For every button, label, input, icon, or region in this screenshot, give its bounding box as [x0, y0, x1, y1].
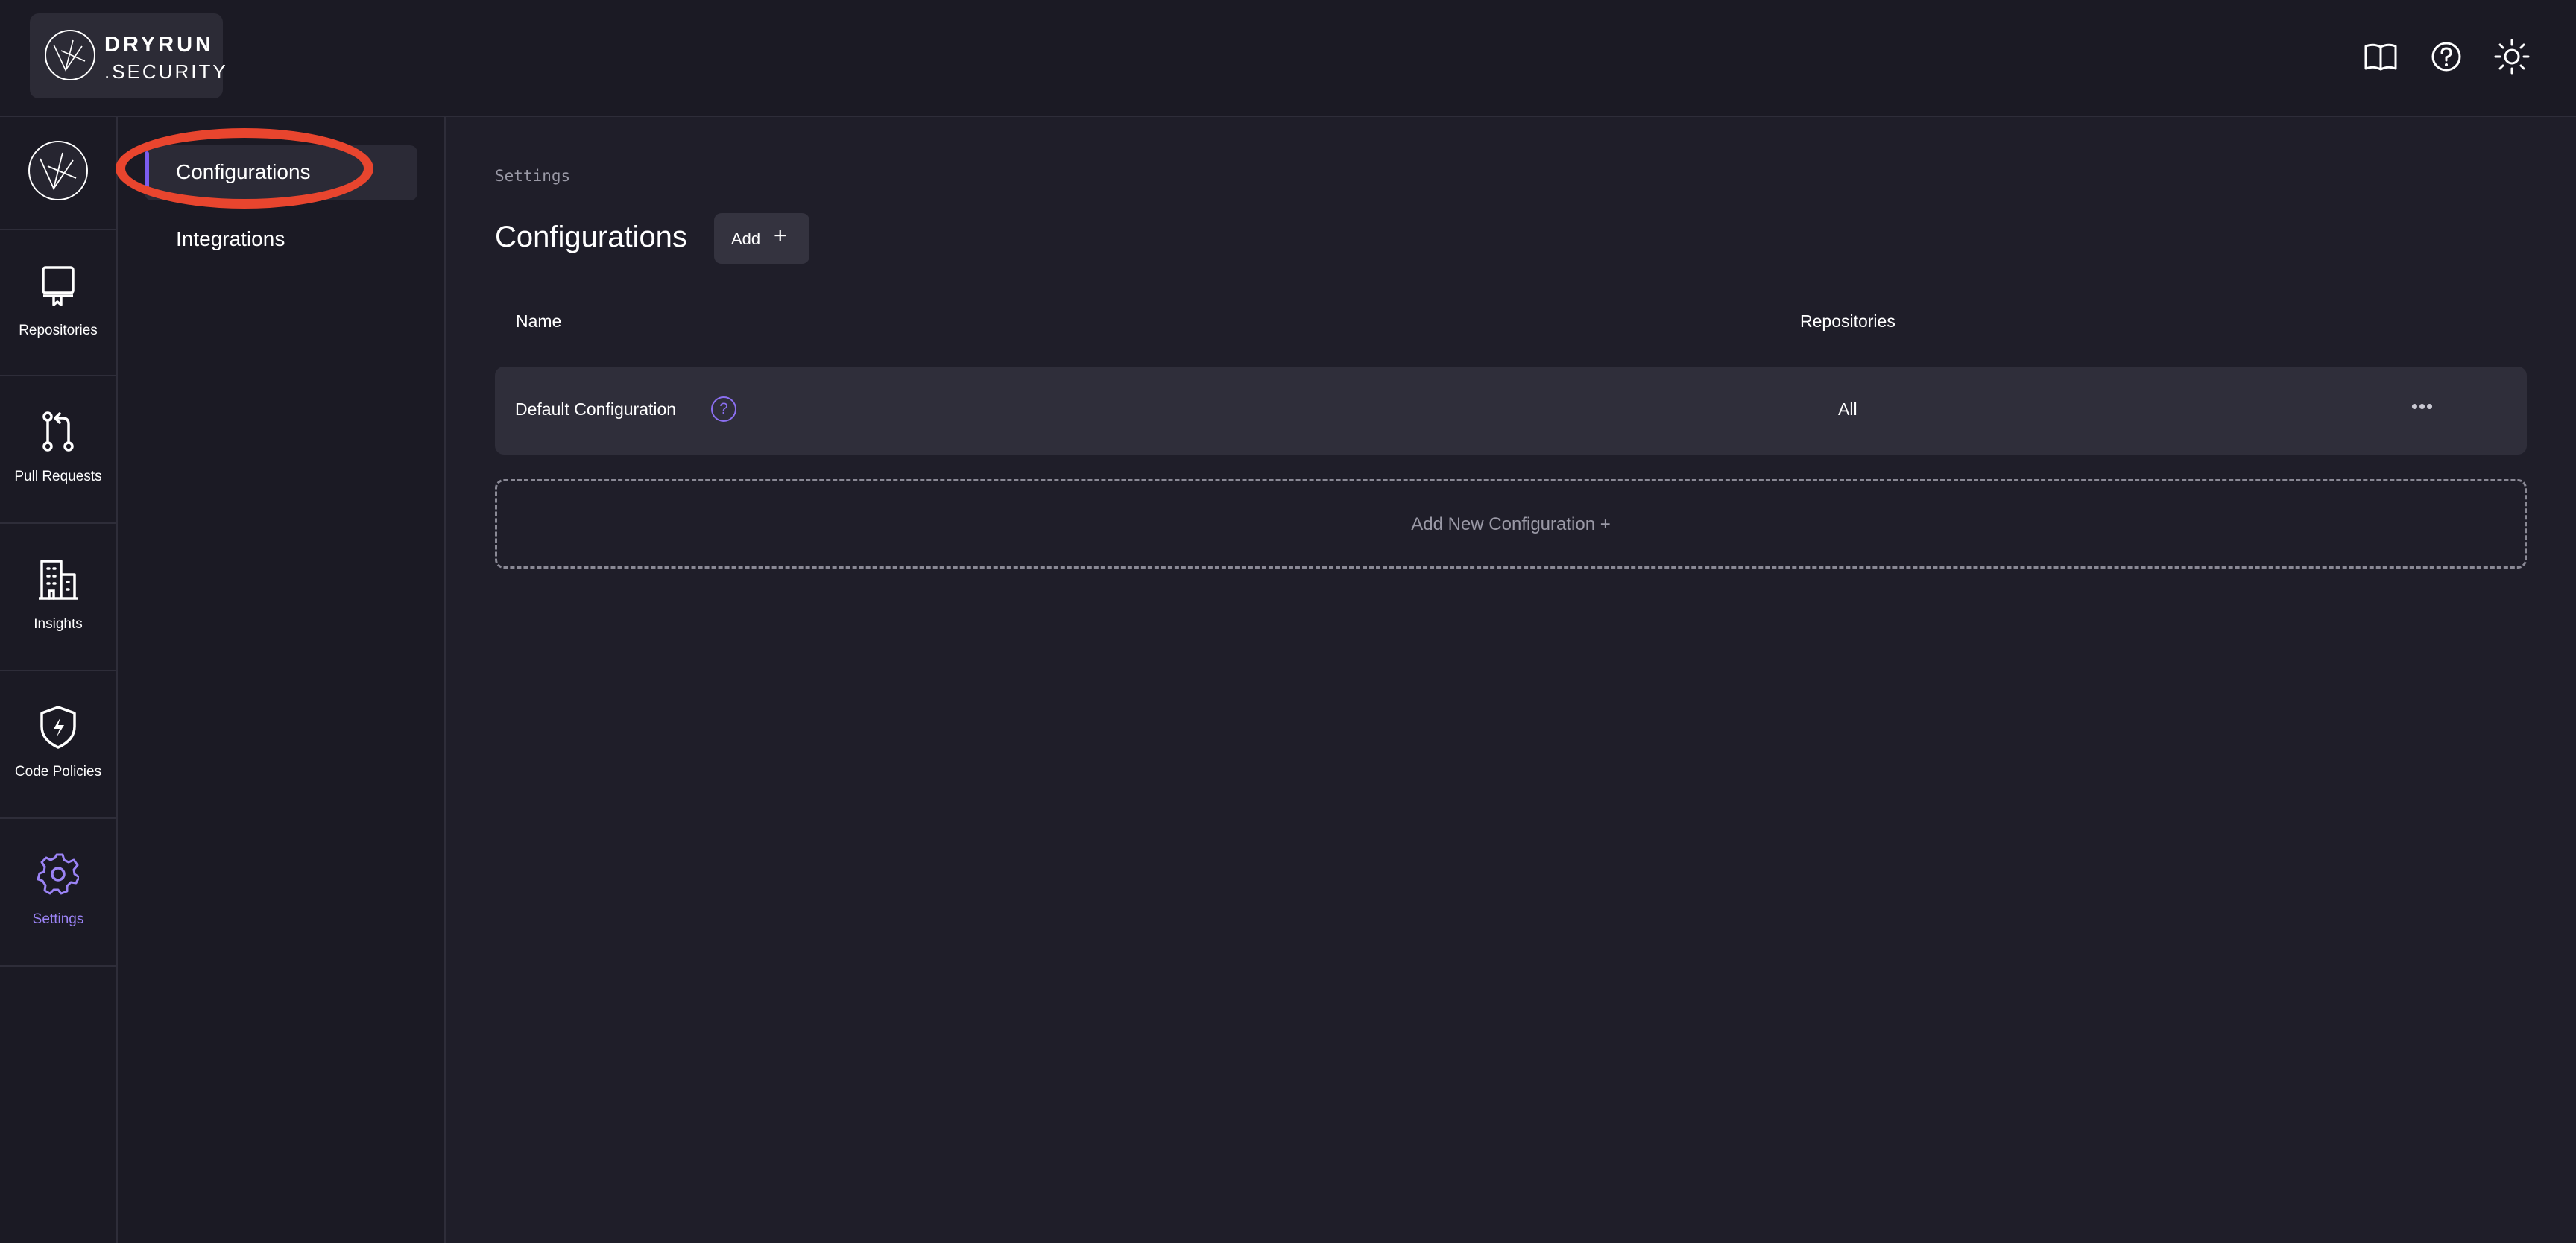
subnav-item-label: Configurations: [176, 160, 311, 183]
rail-item-label: Insights: [34, 616, 83, 632]
subnav-item-integrations[interactable]: Integrations: [145, 212, 417, 268]
add-configuration-button[interactable]: Add +: [714, 213, 809, 264]
logo-mark-icon: [45, 30, 95, 80]
rail-item-code-policies[interactable]: Code Policies: [0, 671, 116, 819]
rail-item-label: Code Policies: [14, 764, 102, 779]
plus-icon: +: [774, 224, 787, 248]
rail-item-pull-requests[interactable]: Pull Requests: [0, 376, 116, 524]
help-circle-icon[interactable]: ?: [711, 396, 736, 422]
rail-item-repositories[interactable]: Repositories: [0, 229, 116, 376]
page-title: Configurations: [495, 221, 687, 253]
configuration-name: Default Configuration: [515, 399, 677, 419]
add-new-configuration-button[interactable]: Add New Configuration +: [495, 479, 2527, 569]
more-options-icon[interactable]: •••: [2403, 395, 2442, 422]
rail-item-label: Repositories: [19, 323, 98, 338]
column-header-name[interactable]: Name: [516, 311, 561, 332]
configuration-repositories: All: [1838, 399, 1857, 419]
help-circle-icon[interactable]: [2427, 37, 2466, 76]
add-button-label: Add: [731, 230, 761, 248]
settings-subnav: Configurations Integrations: [118, 117, 446, 1243]
pull-request-icon: [42, 411, 74, 452]
brand-name: DRYRUN .SECURITY: [104, 33, 228, 83]
rail-item-label: Settings: [32, 911, 84, 927]
rail-item-insights[interactable]: Insights: [0, 524, 116, 671]
subnav-item-configurations[interactable]: Configurations: [145, 145, 417, 200]
table-row[interactable]: Default Configuration ? All •••: [495, 367, 2527, 455]
rail-logo-icon[interactable]: [27, 139, 89, 202]
shield-bolt-icon: [40, 706, 76, 749]
top-header: DRYRUN .SECURITY: [0, 0, 2576, 117]
book-icon[interactable]: [2361, 37, 2400, 76]
breadcrumb: Settings: [495, 167, 571, 185]
brand-logo[interactable]: DRYRUN .SECURITY: [30, 13, 226, 98]
rail-item-label: Pull Requests: [14, 469, 102, 484]
repository-icon: [42, 266, 75, 306]
subnav-item-label: Integrations: [176, 227, 285, 250]
column-header-repositories[interactable]: Repositories: [1800, 311, 1895, 332]
gear-icon: [37, 853, 79, 895]
sun-icon[interactable]: [2493, 37, 2531, 76]
rail-item-settings[interactable]: Settings: [0, 819, 116, 967]
building-icon: [39, 560, 78, 600]
add-new-configuration-label: Add New Configuration +: [1411, 514, 1611, 534]
icon-rail: Repositories Pull Requests Insights Code…: [0, 117, 118, 1243]
